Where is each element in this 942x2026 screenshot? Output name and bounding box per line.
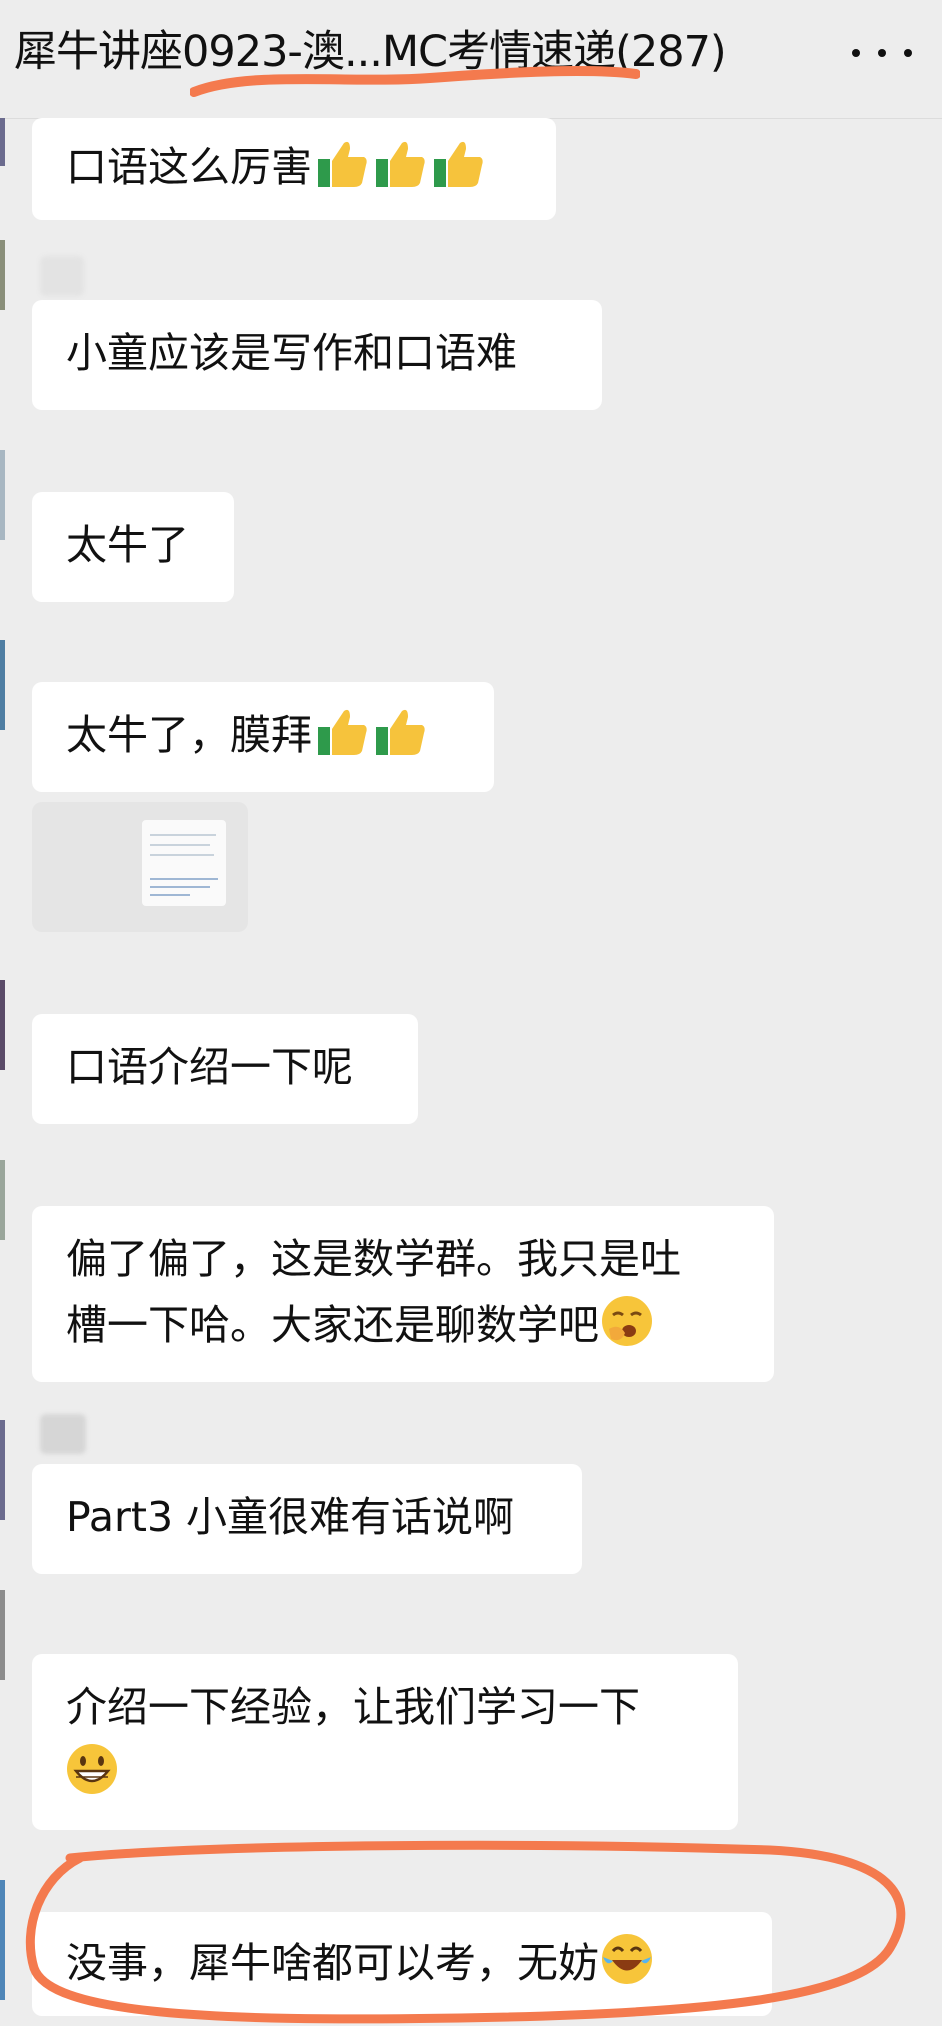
message-text-line: 介绍一下经验，让我们学习一下: [66, 1683, 640, 1731]
chat-header: 犀牛讲座0923-澳...MC考情速递(287): [0, 0, 942, 119]
avatar-edge: [0, 450, 5, 540]
thumbs-up-icon: [318, 141, 367, 187]
message-text: 太牛了，膜拜: [66, 711, 312, 759]
image-message[interactable]: [32, 802, 248, 932]
avatar-edge: [0, 980, 5, 1070]
message-text-line: 槽一下哈。大家还是聊数学吧: [66, 1292, 740, 1358]
thumbs-up-icon: [376, 141, 425, 187]
more-dots-icon[interactable]: [852, 38, 912, 68]
message-bubble[interactable]: 没事，犀牛啥都可以考，无妨: [32, 1912, 772, 2016]
avatar-edge: [0, 240, 5, 310]
message-text: Part3 小童很难有话说啊: [66, 1493, 515, 1541]
message-text: 太牛了: [66, 521, 189, 569]
avatar-edge: [0, 640, 5, 730]
chat-title: 犀牛讲座0923-澳...MC考情速递(287): [14, 27, 727, 77]
avatar-edge: [0, 1880, 5, 2000]
sender-name-redacted: [40, 256, 84, 296]
thumbs-up-icon: [318, 709, 367, 755]
laughing-tears-icon: [602, 1934, 652, 1984]
message-text: 口语这么厉害: [66, 143, 312, 191]
message-bubble[interactable]: 口语这么厉害: [32, 118, 556, 220]
message-text: 小童应该是写作和口语难: [66, 329, 517, 377]
message-text: 口语介绍一下呢: [66, 1043, 353, 1091]
message-bubble[interactable]: 偏了偏了，这是数学群。我只是吐 槽一下哈。大家还是聊数学吧: [32, 1206, 774, 1382]
message-bubble[interactable]: 介绍一下经验，让我们学习一下: [32, 1654, 738, 1830]
message-bubble[interactable]: 小童应该是写作和口语难: [32, 300, 602, 410]
image-thumbnail: [142, 820, 226, 906]
message-text-line: 偏了偏了，这是数学群。我只是吐: [66, 1235, 681, 1283]
message-bubble[interactable]: Part3 小童很难有话说啊: [32, 1464, 582, 1574]
message-bubble[interactable]: 太牛了: [32, 492, 234, 602]
sender-name-redacted: [40, 1414, 86, 1454]
avatar-edge: [0, 1420, 5, 1520]
avatar-edge: [0, 118, 5, 166]
avatar-edge: [0, 1160, 5, 1240]
avatar-edge: [0, 1590, 5, 1680]
message-bubble[interactable]: 口语介绍一下呢: [32, 1014, 418, 1124]
message-bubble[interactable]: 太牛了，膜拜: [32, 682, 494, 792]
message-text: 没事，犀牛啥都可以考，无妨: [66, 1939, 599, 1987]
yawning-face-icon: [602, 1296, 652, 1346]
thumbs-up-icon: [434, 141, 483, 187]
grinning-face-icon: [67, 1744, 117, 1794]
thumbs-up-icon: [376, 709, 425, 755]
